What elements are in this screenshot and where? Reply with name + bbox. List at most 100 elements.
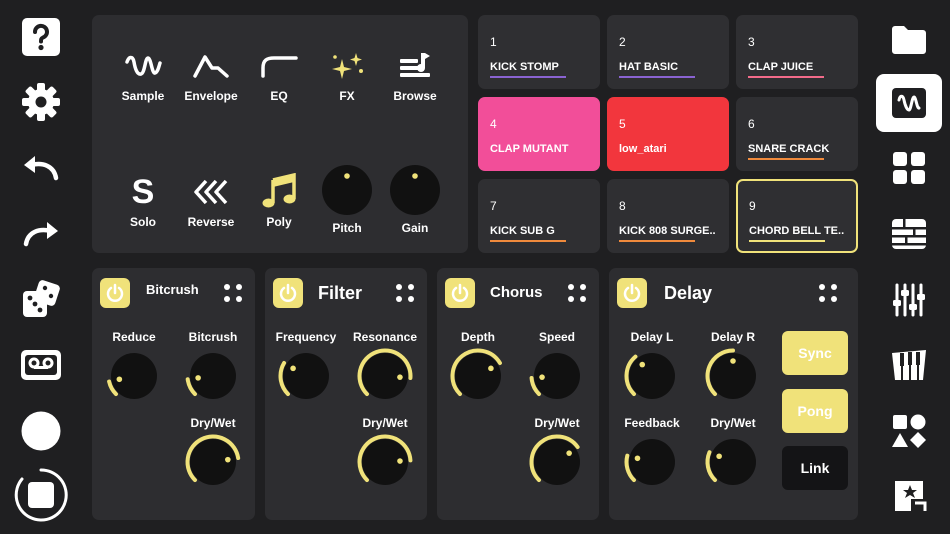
filter-drywet-knob[interactable]	[355, 432, 415, 492]
knob-indicator-dot	[634, 455, 641, 462]
reduce-knob[interactable]	[104, 346, 164, 406]
delay-l-knob[interactable]	[622, 346, 682, 406]
fx-label: FX	[339, 89, 355, 103]
fx-tool-button[interactable]: FX	[313, 47, 381, 103]
pad-1[interactable]: 1 KICK STOMP	[478, 15, 600, 89]
left-sidebar	[0, 0, 82, 534]
sparkle-fx-icon	[332, 53, 363, 79]
delay-r-knob[interactable]	[703, 346, 763, 406]
delay-drywet-label: Dry/Wet	[710, 416, 756, 430]
gain-knob	[390, 165, 440, 215]
pad-number: 6	[748, 117, 755, 131]
sample-label: Sample	[121, 89, 165, 103]
export-star-icon	[895, 481, 927, 511]
poly-button[interactable]: Poly	[245, 171, 313, 229]
envelope-label: Envelope	[184, 89, 238, 103]
knob-body	[629, 439, 675, 485]
bitcrush-power-button[interactable]	[100, 278, 130, 308]
depth-knob[interactable]	[448, 346, 508, 406]
help-icon	[22, 18, 60, 56]
resonance-knob[interactable]	[355, 346, 415, 406]
drag-handle-icon[interactable]	[224, 284, 244, 304]
solo-button[interactable]: S Solo	[109, 173, 177, 229]
sequencer-view-button[interactable]	[868, 206, 950, 262]
depth-label: Depth	[461, 330, 495, 344]
speed-knob[interactable]	[527, 346, 587, 406]
feedback-label: Feedback	[624, 416, 680, 430]
pad-7[interactable]: 7 KICK SUB G	[478, 179, 600, 253]
pad-6[interactable]: 6 SNARE CRACK	[736, 97, 858, 171]
folder-button[interactable]	[868, 11, 950, 67]
delay-drywet-knob[interactable]	[703, 432, 763, 492]
pad-number: 8	[619, 199, 626, 213]
feedback-knob[interactable]	[622, 432, 682, 492]
frequency-label: Frequency	[275, 330, 337, 344]
pad-color-line	[619, 76, 695, 78]
bitcrush-drywet-label: Dry/Wet	[190, 416, 236, 430]
help-button[interactable]	[0, 9, 82, 65]
knob-indicator-dot	[566, 450, 572, 456]
eq-tool-button[interactable]: EQ	[245, 47, 313, 103]
bitcrush-title: Bitcrush	[146, 282, 199, 297]
chorus-drywet-knob[interactable]	[527, 432, 587, 492]
filter-fx-unit: Filter Frequency Resonance Dry/Wet	[265, 268, 427, 520]
bitcrush-drywet-knob[interactable]	[183, 432, 243, 492]
pad-3[interactable]: 3 CLAP JUICE	[736, 15, 858, 89]
delay-l-label: Delay L	[630, 330, 674, 344]
chorus-power-button[interactable]	[445, 278, 475, 308]
pad-number: 7	[490, 199, 497, 213]
sample-view-button[interactable]	[876, 74, 942, 132]
record-button[interactable]	[0, 403, 82, 459]
power-icon	[279, 283, 297, 302]
knob-indicator-dot	[488, 365, 494, 372]
pad-color-line	[749, 240, 825, 242]
shapes-view-button[interactable]	[868, 403, 950, 459]
pad-8[interactable]: 8 KICK 808 SURGE..	[607, 179, 729, 253]
browse-tool-button[interactable]: Browse	[381, 47, 449, 103]
knob-indicator-dot	[639, 361, 646, 368]
eq-curve-icon	[261, 56, 298, 78]
redo-button[interactable]	[0, 206, 82, 262]
knob-indicator-dot	[730, 358, 736, 364]
waveform-icon	[125, 55, 162, 76]
export-view-button[interactable]	[868, 467, 950, 523]
pad-name: KICK STOMP	[490, 61, 559, 73]
frequency-knob[interactable]	[276, 346, 336, 406]
drag-handle-icon[interactable]	[396, 284, 416, 304]
poly-label: Poly	[266, 215, 292, 229]
delay-power-button[interactable]	[617, 278, 647, 308]
pad-number: 3	[748, 35, 755, 49]
pong-toggle[interactable]: Pong	[782, 389, 848, 433]
link-toggle[interactable]: Link	[782, 446, 848, 490]
pad-2[interactable]: 2 HAT BASIC	[607, 15, 729, 89]
record-circle-icon	[21, 411, 61, 451]
pads-view-button[interactable]	[868, 140, 950, 196]
settings-button[interactable]	[0, 74, 82, 130]
bitcrush-knob[interactable]	[183, 346, 243, 406]
gain-knob-control[interactable]: Gain	[381, 163, 449, 235]
knob-body	[111, 353, 157, 399]
power-icon	[451, 283, 469, 302]
pad-4[interactable]: 4 CLAP MUTANT	[478, 97, 600, 171]
envelope-tool-button[interactable]: Envelope	[177, 47, 245, 103]
tape-button[interactable]	[0, 337, 82, 393]
pad-5[interactable]: 5 low_atari	[607, 97, 729, 171]
solo-s-icon: S	[131, 173, 155, 211]
pad-name: KICK SUB G	[490, 225, 555, 237]
sample-tool-button[interactable]: Sample	[109, 47, 177, 103]
pad-9[interactable]: 9 CHORD BELL TE..	[736, 179, 858, 253]
pad-name: KICK 808 SURGE..	[619, 225, 716, 237]
mixer-view-button[interactable]	[868, 272, 950, 328]
reverse-button[interactable]: Reverse	[177, 173, 245, 229]
drag-handle-icon[interactable]	[819, 284, 839, 304]
random-button[interactable]	[0, 272, 82, 328]
sync-toggle[interactable]: Sync	[782, 331, 848, 375]
filter-power-button[interactable]	[273, 278, 303, 308]
stop-button[interactable]	[0, 467, 82, 523]
pitch-knob	[322, 165, 372, 215]
pitch-knob-control[interactable]: Pitch	[313, 163, 381, 235]
keyboard-view-button[interactable]	[868, 337, 950, 393]
drag-handle-icon[interactable]	[568, 284, 588, 304]
pad-name: low_atari	[619, 143, 667, 155]
undo-button[interactable]	[0, 140, 82, 196]
